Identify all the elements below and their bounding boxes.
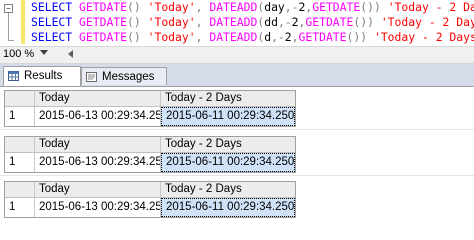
column-header-today[interactable]: Today [35,137,161,152]
table-row[interactable]: 1 2015-06-13 00:29:34.250 2015-06-11 00:… [5,107,295,126]
sql-token: day [264,0,285,14]
sql-line[interactable]: SELECT GETDATE() 'Today', DATEADD(dd,-2,… [31,15,474,30]
sql-token: , [291,30,299,44]
collapse-toggle-icon[interactable]: − [4,4,13,13]
table-row[interactable]: 1 2015-06-13 00:29:34.250 2015-06-11 00:… [5,198,295,217]
cell-today[interactable]: 2015-06-13 00:29:34.250 [35,198,161,217]
sql-code[interactable]: SELECT GETDATE() 'Today', DATEADD(day,-2… [31,0,474,45]
chevron-down-icon[interactable] [40,50,48,55]
row-number-header [5,182,35,197]
sql-line[interactable]: SELECT GETDATE() 'Today', DATEADD(day,-2… [31,0,474,15]
scroll-left-arrow-icon[interactable] [68,50,73,58]
column-header-today-minus-2-days[interactable]: Today - 2 Days [161,137,295,152]
result-grid-2[interactable]: Today Today - 2 Days 1 2015-06-13 00:29:… [4,136,296,173]
grid-icon [8,71,19,81]
sql-token: SELECT [31,30,73,44]
column-header-today[interactable]: Today [35,91,161,106]
zoom-bar: 100 % [0,46,474,64]
sql-token: ()) [346,30,368,44]
sql-token: DATEADD [209,0,258,14]
messages-icon [86,72,97,82]
row-number[interactable]: 1 [5,153,35,172]
sql-token: () [127,30,141,44]
cell-today[interactable]: 2015-06-13 00:29:34.250 [35,153,161,172]
grid-separator [0,129,474,130]
cell-today-minus-2-days[interactable]: 2015-06-11 00:29:34.250 [161,153,295,172]
grid-header: Today Today - 2 Days [5,91,295,107]
sql-token: GETDATE [79,0,128,14]
sql-token: ,- [271,30,285,44]
results-pane: Today Today - 2 Days 1 2015-06-13 00:29:… [0,87,474,218]
cell-today-minus-2-days[interactable]: 2015-06-11 00:29:34.250 [161,107,295,126]
grid-header: Today Today - 2 Days [5,137,295,153]
sql-token: GETDATE [79,30,128,44]
row-number[interactable]: 1 [5,198,35,217]
sql-token: 'Today - 2 Days' [373,30,474,44]
sql-token: 2 [284,30,292,44]
table-row[interactable]: 1 2015-06-13 00:29:34.250 2015-06-11 00:… [5,153,295,172]
grid-header: Today Today - 2 Days [5,182,295,198]
sql-token: 'Today' [147,0,196,14]
change-tracking-bar [21,0,25,44]
sql-token: ,- [277,15,292,29]
cell-today[interactable]: 2015-06-13 00:29:34.250 [35,107,161,126]
result-grid-1[interactable]: Today Today - 2 Days 1 2015-06-13 00:29:… [4,90,296,127]
column-header-today-minus-2-days[interactable]: Today - 2 Days [161,182,295,197]
cell-today-minus-2-days[interactable]: 2015-06-11 00:29:34.250 [161,198,295,217]
sql-token: GETDATE [79,15,128,29]
row-number-header [5,137,35,152]
sql-token: SELECT [31,0,73,14]
sql-token: () [127,15,141,29]
row-number-header [5,91,35,106]
row-number[interactable]: 1 [5,107,35,126]
tab-messages[interactable]: Messages [81,67,167,85]
sql-line[interactable]: SELECT GETDATE() 'Today', DATEADD(d,-2,G… [31,30,474,45]
sql-token: 'Today' [147,15,196,29]
sql-token: 2 [291,15,299,29]
tab-results-label: Results [24,70,63,82]
outline-end-tick [8,40,14,41]
sql-token: dd [264,15,278,29]
sql-token: ()) [353,15,374,29]
sql-token: ()) [360,0,381,14]
sql-token: ,- [284,0,299,14]
sql-token: 'Today' [147,30,196,44]
sql-token: GETDATE [312,0,361,14]
results-tabstrip: Results Messages [0,64,474,87]
sql-token: GETDATE [305,15,354,29]
sql-token: () [127,0,141,14]
sql-token: SELECT [31,15,73,29]
grid-separator [0,175,474,176]
query-editor[interactable]: − SELECT GETDATE() 'Today', DATEADD(day,… [0,0,474,44]
column-header-today[interactable]: Today [35,182,161,197]
editor-gutter: − [0,0,20,44]
tab-results[interactable]: Results [3,66,81,86]
zoom-level[interactable]: 100 % [3,48,34,60]
sql-token: GETDATE [298,30,347,44]
sql-token: DATEADD [209,30,258,44]
sql-token: 'Today - 2 Days' [387,0,474,14]
sql-token: DATEADD [209,15,258,29]
outline-line [8,13,9,41]
column-header-today-minus-2-days[interactable]: Today - 2 Days [161,91,295,106]
sql-token: 'Today - 2 Days' [380,15,474,29]
tab-messages-label: Messages [102,71,155,83]
result-grid-3[interactable]: Today Today - 2 Days 1 2015-06-13 00:29:… [4,181,296,218]
